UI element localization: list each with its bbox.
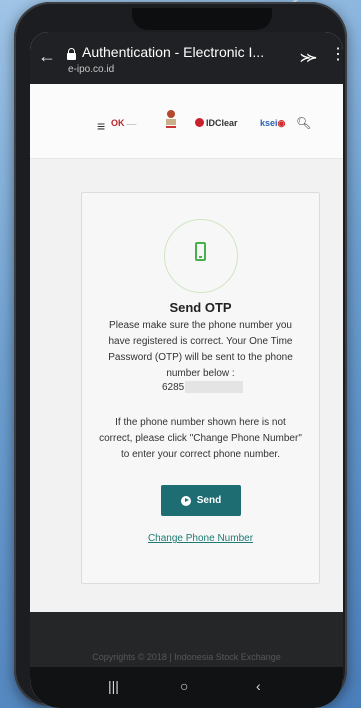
more-vert-icon[interactable]: ⋮: [330, 44, 343, 64]
search-icon[interactable]: 🔍︎: [296, 116, 311, 130]
recent-apps-icon[interactable]: |||: [108, 678, 119, 694]
mobile-phone-icon: [195, 242, 206, 261]
otp-card: Send OTP Please make sure the phone numb…: [81, 192, 320, 584]
copyright-text: Copyrights © 2018 | Indonesia Stock Exch…: [92, 652, 281, 662]
otp-instruction: Please make sure the phone number you ha…: [108, 320, 293, 379]
phone-screen: ← Authentication - Electronic I... e-ipo…: [30, 32, 343, 708]
ojk-logo: OK ——: [111, 118, 137, 128]
browser-toolbar: ← Authentication - Electronic I... e-ipo…: [30, 32, 343, 84]
back-arrow-icon[interactable]: ←: [38, 46, 56, 66]
home-icon[interactable]: ○: [180, 678, 188, 694]
phone-notch: [132, 8, 272, 30]
site-footer: Copyrights © 2018 | Indonesia Stock Exch…: [30, 612, 343, 667]
phone-frame: ← Authentication - Electronic I... e-ipo…: [14, 2, 347, 708]
phone-icon-circle: [164, 219, 238, 293]
ksei-logo: ksei◉: [260, 118, 286, 128]
page-title: Authentication - Electronic I...: [82, 44, 265, 60]
page-url[interactable]: e-ipo.co.id: [68, 64, 114, 75]
change-phone-number-link[interactable]: Change Phone Number: [82, 533, 319, 544]
otp-note: If the phone number shown here is not co…: [99, 417, 302, 460]
site-header: ≡ OK —— IDClear ksei◉ 🔍︎: [30, 84, 343, 159]
hamburger-menu-icon[interactable]: ≡: [97, 118, 105, 134]
send-label: Send: [196, 495, 222, 506]
back-icon[interactable]: ‹: [256, 678, 261, 694]
otp-heading: Send OTP: [169, 300, 232, 315]
share-icon[interactable]: ⪼: [300, 46, 317, 67]
lock-icon: [67, 48, 76, 60]
phone-number-mask: [185, 381, 243, 393]
bank-indonesia-logo: [166, 110, 176, 128]
idclear-logo: IDClear: [195, 118, 238, 128]
send-button[interactable]: Send: [161, 485, 241, 516]
android-nav-bar: ||| ○ ‹: [30, 667, 343, 708]
phone-number: 6285: [162, 382, 185, 393]
send-icon: [180, 495, 191, 506]
